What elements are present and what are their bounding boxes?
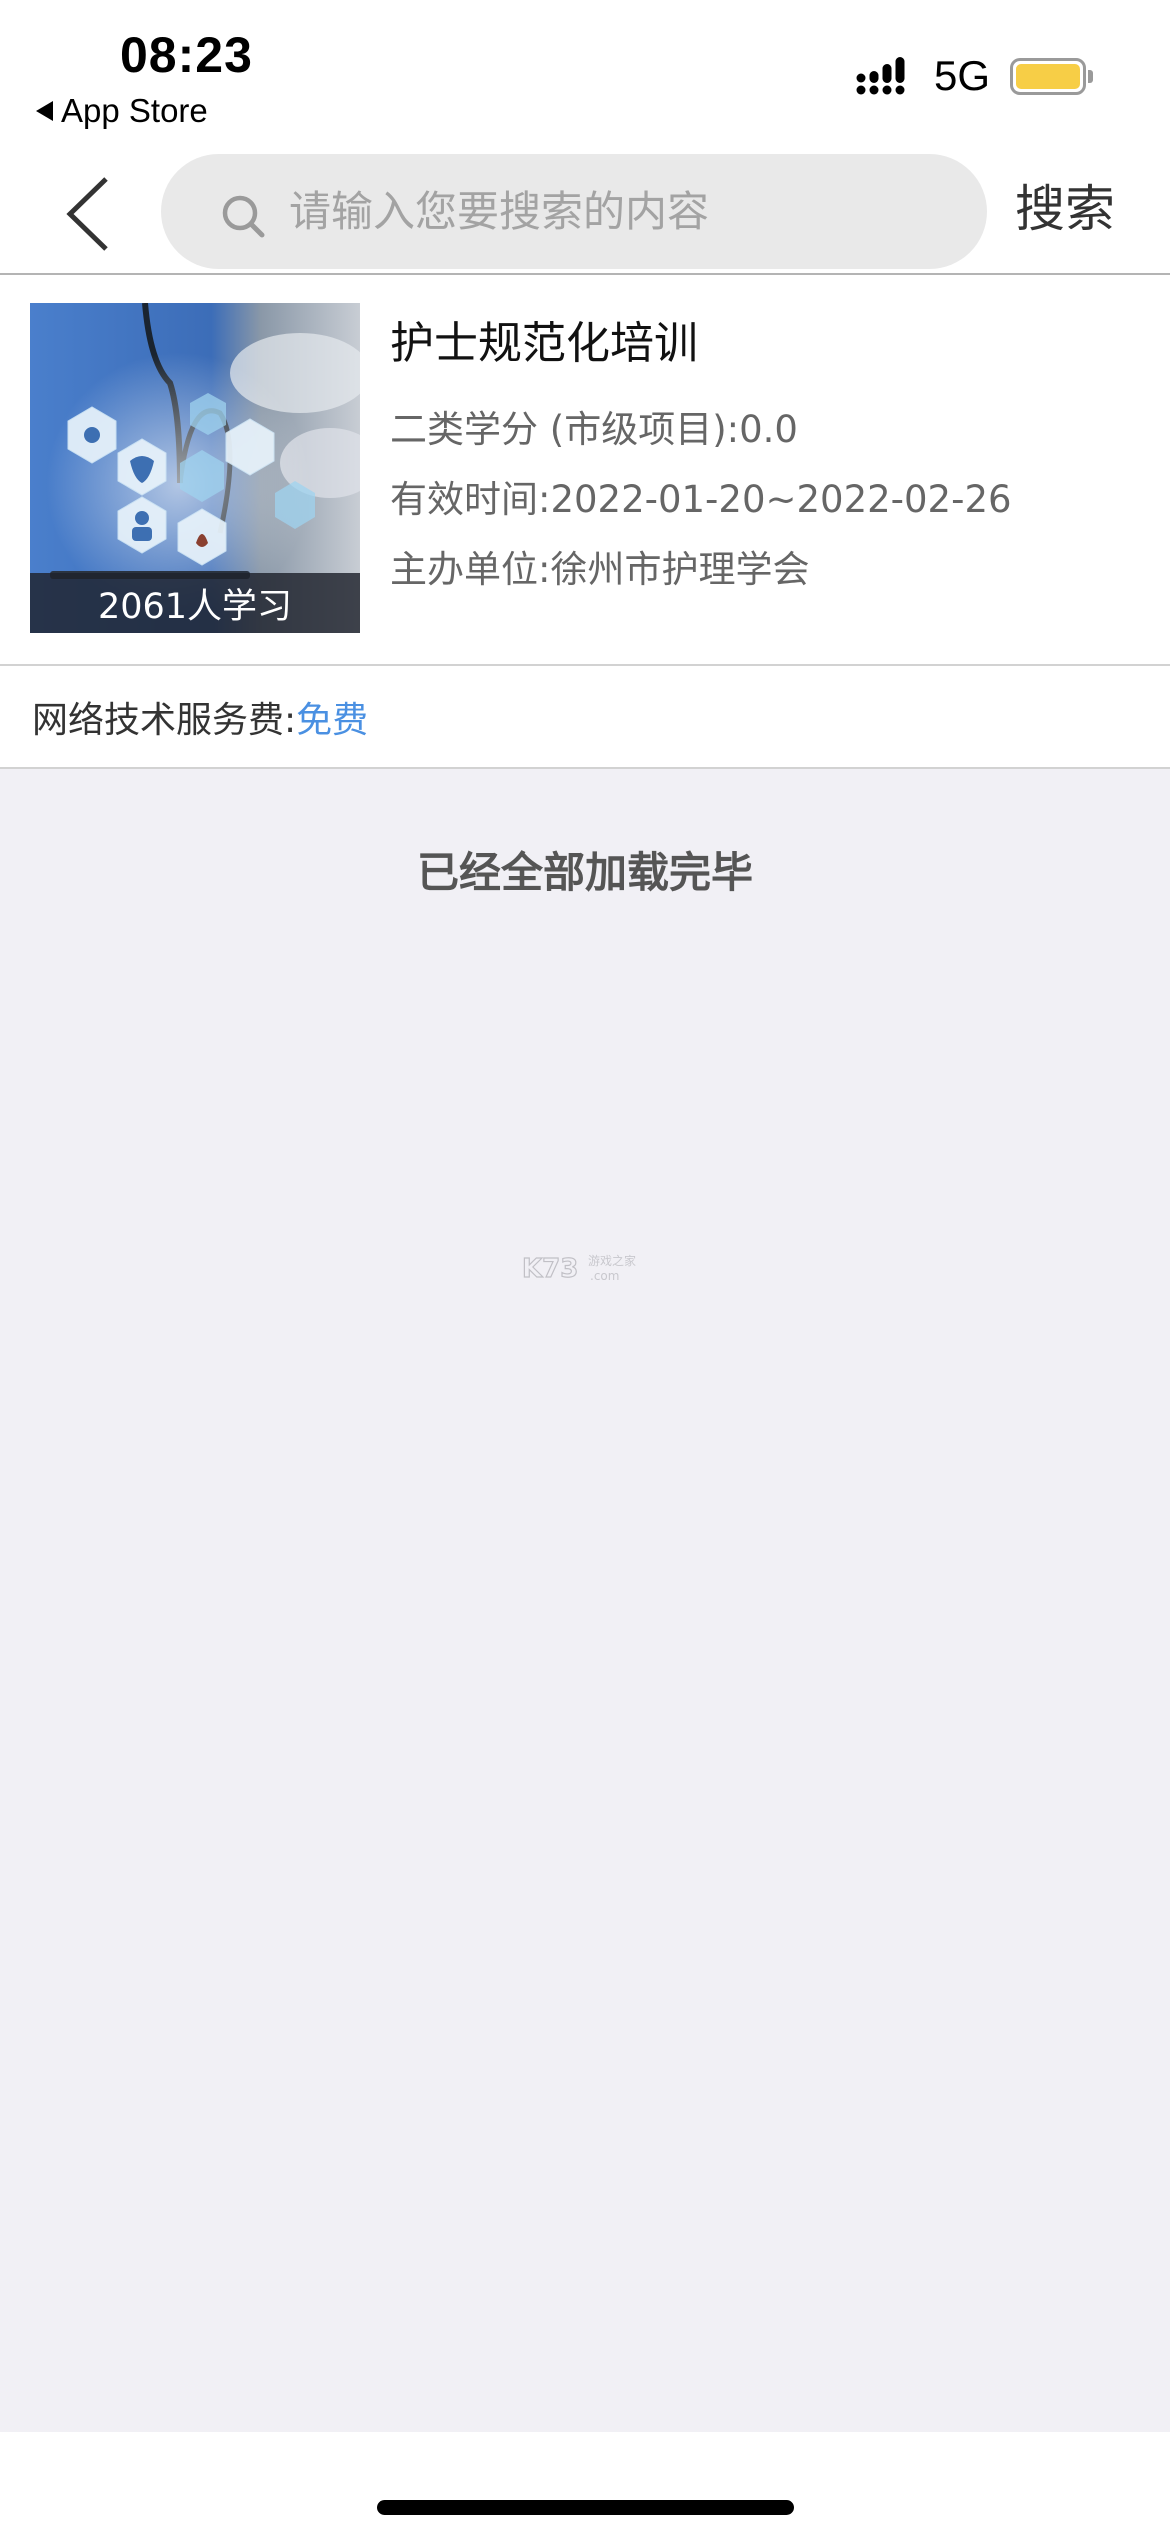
battery-nub: [1088, 70, 1093, 83]
watermark-tagline: 游戏之家: [588, 1253, 636, 1268]
watermark-brand: K73: [522, 1254, 578, 1283]
list-background: 已经全部加载完毕 K73 游戏之家 .com: [0, 769, 1170, 2432]
back-chevron-icon[interactable]: [60, 175, 120, 253]
learners-count-overlay: 2061人学习: [30, 573, 360, 633]
battery-icon: [1010, 58, 1086, 95]
course-credit: 二类学分 (市级项目):0.0: [390, 408, 798, 451]
back-to-app-store-link[interactable]: App Store: [36, 92, 208, 130]
service-fee-row: 网络技术服务费: 免费: [0, 666, 1170, 767]
status-time: 08:23: [120, 27, 253, 83]
search-box[interactable]: [161, 154, 987, 269]
service-fee-label: 网络技术服务费:: [32, 699, 297, 741]
all-loaded-message: 已经全部加载完毕: [416, 848, 753, 897]
back-triangle-icon: [36, 101, 53, 121]
course-list-item[interactable]: 2061人学习 护士规范化培训 二类学分 (市级项目):0.0 有效时间:202…: [0, 275, 1170, 665]
cellular-signal-icon: [856, 57, 905, 95]
status-bar: 08:23 App Store 5G: [0, 0, 1170, 145]
search-nav-bar: 搜索: [0, 145, 1170, 274]
network-type: 5G: [934, 52, 991, 99]
course-valid-period: 有效时间:2022-01-20~2022-02-26: [390, 478, 1012, 521]
service-fee-value: 免费: [296, 699, 369, 741]
home-indicator[interactable]: [377, 2500, 794, 2515]
back-app-label: App Store: [61, 92, 208, 129]
course-organizer: 主办单位:徐州市护理学会: [390, 548, 810, 591]
home-indicator-area: [0, 2432, 1170, 2532]
course-thumbnail: 2061人学习: [30, 303, 360, 633]
search-icon: [222, 195, 265, 238]
battery-fill: [1016, 64, 1080, 89]
search-input[interactable]: [289, 154, 949, 269]
course-title: 护士规范化培训: [390, 318, 698, 369]
search-button[interactable]: 搜索: [1015, 169, 1115, 241]
watermark-domain: .com: [590, 1269, 619, 1283]
learners-count: 2061人学习: [97, 586, 293, 627]
k73-watermark-logo: K73 游戏之家 .com: [522, 1253, 636, 1283]
